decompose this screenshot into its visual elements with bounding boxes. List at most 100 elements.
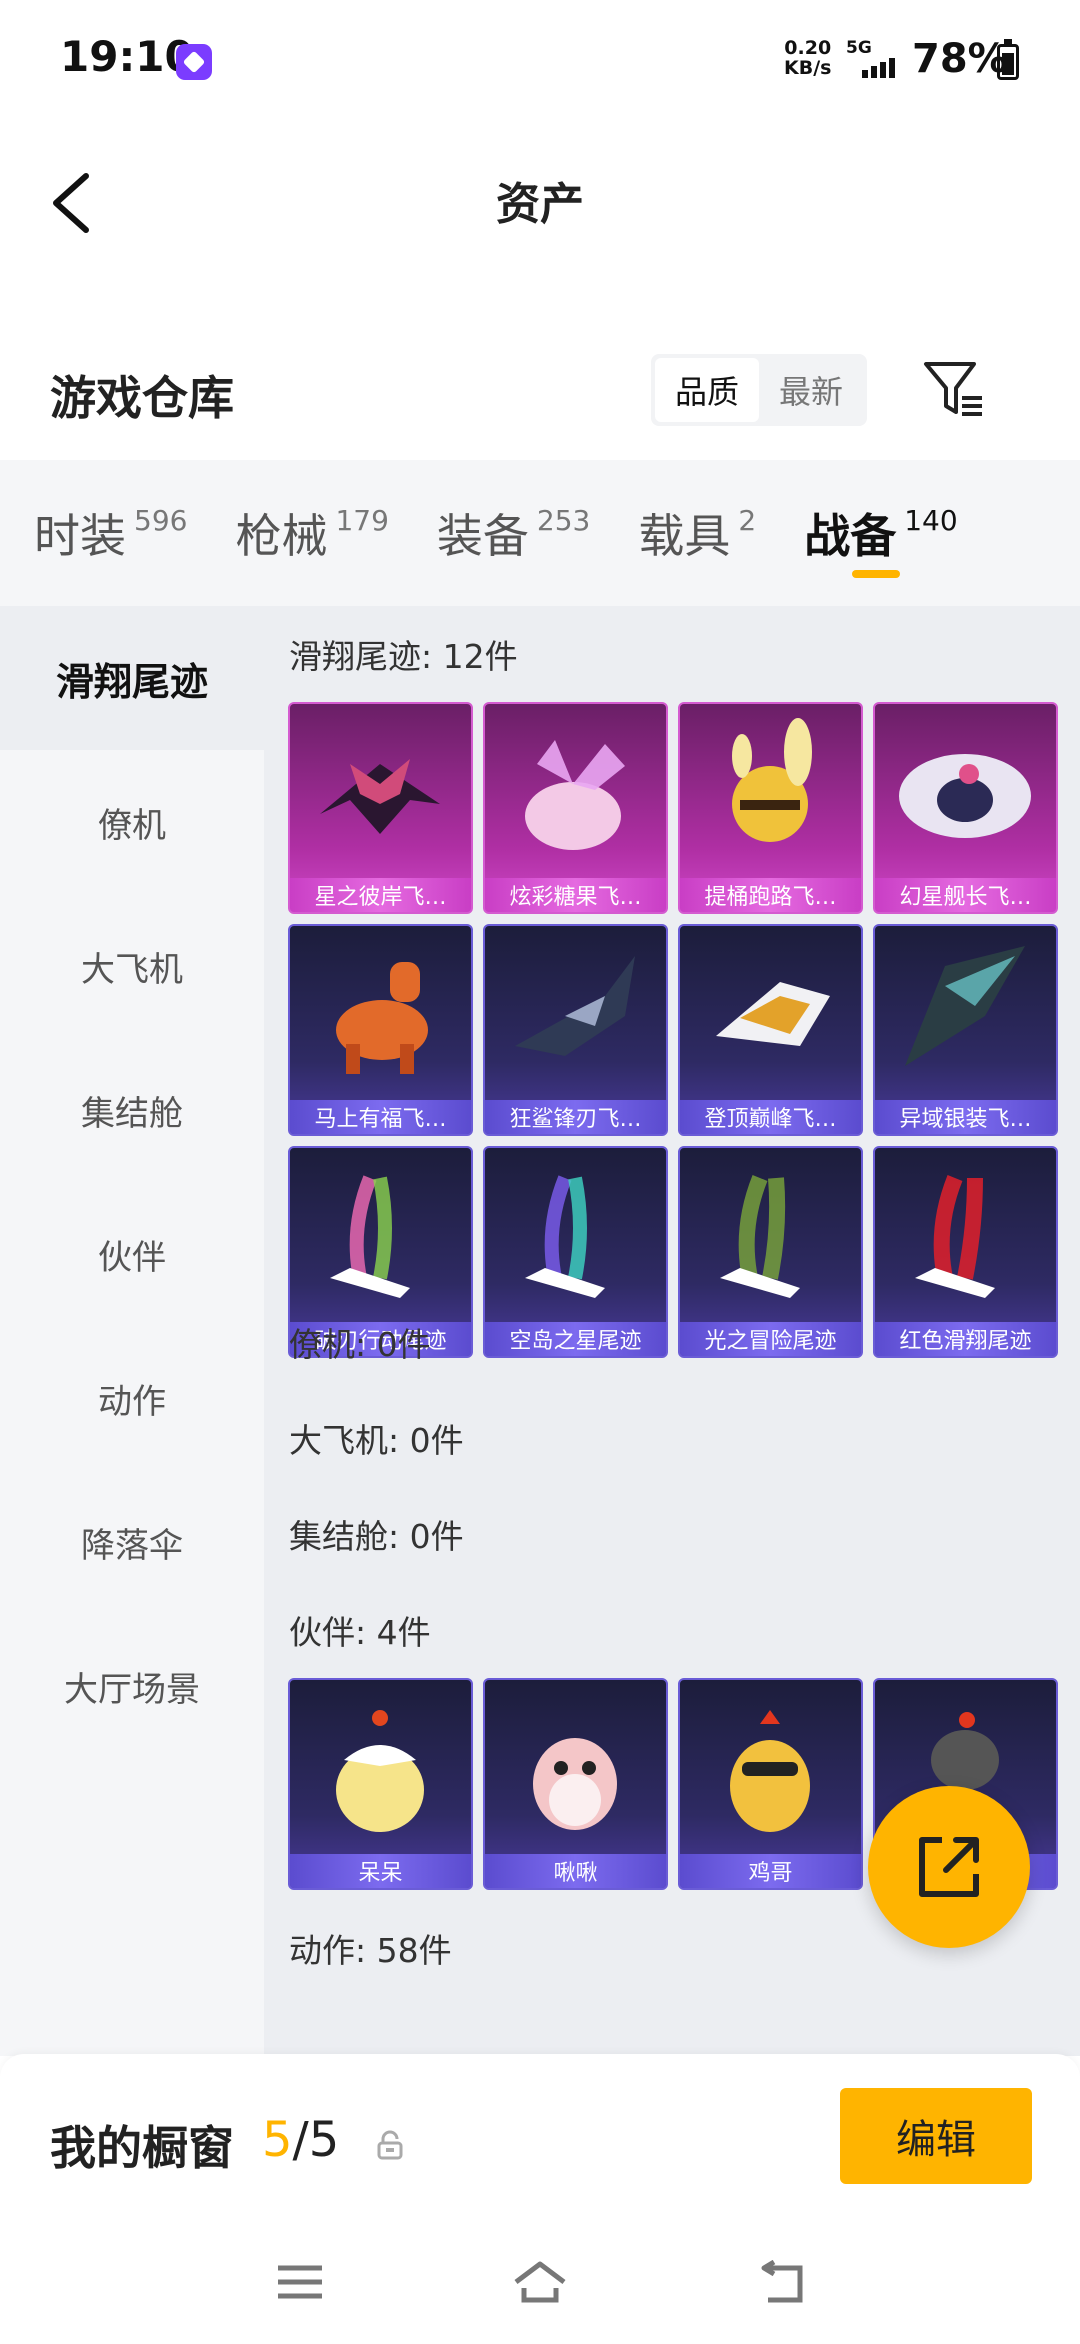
lock-icon	[377, 2130, 403, 2160]
tab-count: 179	[335, 503, 389, 537]
tab-vehicles[interactable]: 载具 2	[638, 460, 756, 606]
item-card[interactable]: 鸡哥	[678, 1678, 863, 1890]
section-title-wingman: 僚机: 0件	[289, 1325, 431, 1364]
network-type: 5G	[846, 38, 872, 58]
tab-combat-gear[interactable]: 战备 140	[804, 460, 958, 606]
back-nav-icon[interactable]	[752, 2259, 808, 2304]
tab-count: 140	[904, 503, 958, 537]
glider-art-icon	[336, 962, 428, 1074]
glider-art-icon	[732, 718, 812, 842]
network-speed: 0.20 KB/s	[784, 38, 831, 78]
item-name: 提桶跑路飞…	[680, 878, 861, 912]
tab-count: 253	[536, 503, 591, 537]
item-card[interactable]: 光之冒险尾迹	[678, 1146, 863, 1358]
chick-art-icon	[336, 1710, 424, 1832]
trail-art-icon	[330, 1175, 410, 1298]
home-icon[interactable]	[512, 2260, 568, 2304]
item-card[interactable]: 异域银装飞…	[873, 924, 1058, 1136]
section-title-companion: 伙伴: 4件	[289, 1613, 431, 1652]
item-name: 鸡哥	[680, 1854, 861, 1888]
item-name: 炫彩糖果飞…	[485, 878, 666, 912]
signal-icon	[862, 58, 895, 78]
tab-equipment[interactable]: 装备 253	[437, 460, 590, 606]
glider-art-icon	[525, 740, 625, 850]
trail-art-icon	[720, 1175, 800, 1298]
sort-toggle: 品质 最新	[651, 354, 867, 426]
network-speed-unit: KB/s	[784, 57, 832, 79]
item-name: 幻星舰长飞…	[875, 878, 1056, 912]
item-card[interactable]: 提桶跑路飞…	[678, 702, 863, 914]
tab-fashion[interactable]: 时装 596	[34, 460, 187, 606]
warehouse-title: 游戏仓库	[50, 371, 234, 425]
side-nav-item-big-plane[interactable]: 大飞机	[0, 894, 264, 1038]
tab-count: 2	[738, 503, 757, 537]
item-name: 星之彼岸飞…	[290, 878, 471, 912]
item-card[interactable]: 马上有福飞…	[288, 924, 473, 1136]
item-card[interactable]: 狂鲨锋刃飞…	[483, 924, 668, 1136]
item-card[interactable]: 啾啾	[483, 1678, 668, 1890]
menu-icon[interactable]	[272, 2260, 328, 2304]
item-name: 登顶巅峰飞…	[680, 1100, 861, 1134]
item-name: 狂鲨锋刃飞…	[485, 1100, 666, 1134]
header: 资产	[0, 120, 1080, 280]
showcase-separator: /	[292, 2112, 309, 2168]
showcase-count: 5/5	[262, 2112, 339, 2168]
chicken-art-icon	[730, 1710, 810, 1832]
tab-count: 596	[134, 503, 188, 537]
showcase-total: 5	[308, 2112, 340, 2168]
side-nav: 滑翔尾迹 僚机 大飞机 集结舱 伙伴 动作 降落伞 大厅场景	[0, 606, 264, 2056]
item-card[interactable]: 登顶巅峰飞…	[678, 924, 863, 1136]
showcase-current: 5	[262, 2112, 293, 2168]
item-card[interactable]: 炫彩糖果飞…	[483, 702, 668, 914]
tab-label: 时装	[34, 509, 126, 563]
filter-icon[interactable]	[920, 356, 988, 424]
category-tabs: 时装 596 枪械 179 装备 253 载具 2 战备 140	[0, 460, 1080, 606]
side-nav-item-wingman[interactable]: 僚机	[0, 750, 264, 894]
battery-level: 78%	[912, 36, 1008, 82]
status-bar: 19:10 0.20 KB/s 5G 78%	[0, 0, 1080, 120]
side-nav-item-lobby-scene[interactable]: 大厅场景	[0, 1614, 264, 1758]
app-notification-icon	[176, 44, 212, 80]
sort-option-quality[interactable]: 品质	[655, 358, 759, 422]
item-name: 啾啾	[485, 1854, 666, 1888]
item-name: 马上有福飞…	[290, 1100, 471, 1134]
trail-art-icon	[915, 1175, 995, 1298]
item-card[interactable]: 红色滑翔尾迹	[873, 1146, 1058, 1358]
glider-art-icon	[899, 754, 1031, 838]
showcase-bar: 我的橱窗 5/5 编辑	[0, 2054, 1080, 2214]
item-card[interactable]: 呆呆	[288, 1678, 473, 1890]
glider-art-icon	[716, 982, 830, 1046]
system-nav-bar	[0, 2214, 1080, 2344]
item-card[interactable]: 幻星舰长飞…	[873, 702, 1058, 914]
section-title-trail: 滑翔尾迹: 12件	[289, 637, 518, 676]
edit-button[interactable]: 编辑	[840, 2088, 1032, 2184]
item-name: 空岛之星尾迹	[485, 1322, 666, 1356]
active-tab-indicator	[852, 570, 901, 578]
share-icon	[919, 1837, 979, 1897]
share-button[interactable]	[868, 1786, 1030, 1948]
trail-art-icon	[525, 1175, 605, 1298]
warehouse-header: 游戏仓库 品质 最新	[0, 340, 1080, 460]
showcase-label: 我的橱窗	[50, 2121, 234, 2175]
tab-label: 战备	[804, 509, 897, 563]
tab-label: 装备	[436, 509, 529, 563]
side-nav-item-cabin[interactable]: 集结舱	[0, 1038, 264, 1182]
item-name: 异域银装飞…	[875, 1100, 1056, 1134]
section-title-action: 动作: 58件	[289, 1931, 452, 1970]
side-nav-item-companion[interactable]: 伙伴	[0, 1182, 264, 1326]
side-nav-item-parachute[interactable]: 降落伞	[0, 1470, 264, 1614]
item-card[interactable]: 空岛之星尾迹	[483, 1146, 668, 1358]
network-speed-value: 0.20	[784, 37, 832, 59]
tab-guns[interactable]: 枪械 179	[235, 460, 388, 606]
glider-art-icon	[320, 759, 440, 834]
side-nav-item-trail[interactable]: 滑翔尾迹	[0, 606, 264, 750]
tab-label: 枪械	[235, 509, 328, 563]
item-name: 红色滑翔尾迹	[875, 1322, 1056, 1356]
status-time: 19:10	[60, 32, 194, 81]
glider-art-icon	[515, 956, 635, 1056]
item-card[interactable]: 星之彼岸飞…	[288, 702, 473, 914]
side-nav-item-action[interactable]: 动作	[0, 1326, 264, 1470]
battery-icon	[997, 39, 1019, 80]
sort-option-latest[interactable]: 最新	[759, 358, 863, 422]
item-name: 呆呆	[290, 1854, 471, 1888]
